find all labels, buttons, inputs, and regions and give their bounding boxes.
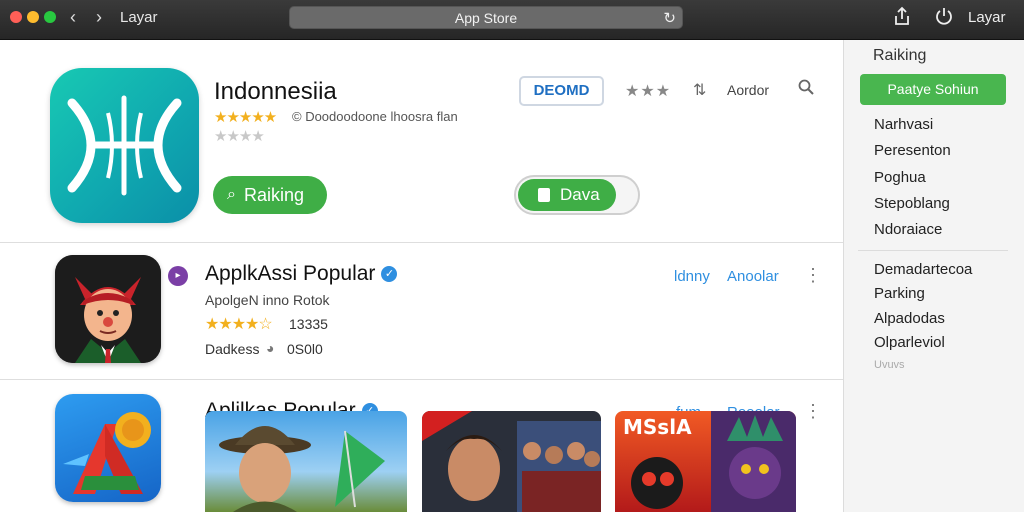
header-share-icon[interactable]: ⇅ (693, 80, 706, 100)
hero-app-title: Indonnesiia (214, 78, 337, 105)
app-meta-label: Dadkess (205, 341, 260, 357)
sidebar-heading: Raiking (873, 47, 927, 64)
app-rating-stars: ★★★★☆ (205, 316, 273, 333)
sidebar-primary-button[interactable]: Paatye Sohiun (860, 74, 1006, 105)
app-screenshot-3[interactable]: MSslA (615, 411, 796, 512)
app-action-link-right[interactable]: Anoolar (727, 268, 779, 285)
download-icon (538, 188, 550, 202)
reload-icon[interactable]: ↻ (663, 9, 676, 27)
toggle-label: Dava (560, 185, 600, 204)
app-title-text: ApplkAssi Popular (205, 262, 376, 285)
app-action-link-left[interactable]: ldnny (674, 268, 710, 285)
close-window-button[interactable] (10, 11, 22, 23)
ranking-button[interactable]: ⌕ Raiking (213, 176, 327, 214)
screenshot-title: MSslA (623, 415, 692, 439)
app-meta-value: 0S0l0 (287, 341, 323, 357)
forward-arrow-icon[interactable]: › (96, 7, 102, 27)
demo-button[interactable]: DEOMD (519, 76, 604, 106)
sidebar-item[interactable]: Demadartecoa (874, 261, 972, 278)
app-icon-letter-a[interactable] (55, 394, 161, 502)
hero-rating-stars: ★★★★★ (214, 109, 277, 126)
sidebar-item[interactable]: Parking (874, 285, 925, 302)
more-options-icon[interactable]: ⋮ (804, 266, 822, 284)
header-label[interactable]: Aordor (727, 82, 769, 98)
minimize-window-button[interactable] (27, 11, 39, 23)
header-search-icon[interactable] (798, 79, 814, 100)
sidebar-item[interactable]: Stepoblang (874, 195, 950, 212)
address-text: App Store (454, 10, 518, 26)
address-bar[interactable]: App Store ↻ (289, 6, 683, 29)
app-title[interactable]: ApplkAssi Popular ✓ (205, 262, 398, 286)
app-subtitle: ApolgeN inno Rotok (205, 292, 330, 308)
app-icon-devil[interactable] (55, 255, 161, 363)
hero-app-icon[interactable] (50, 68, 199, 223)
share-icon[interactable] (893, 6, 911, 31)
header-rating-stars[interactable]: ★★★ (625, 81, 671, 101)
section-divider (0, 242, 843, 243)
app-rating-count: 13335 (289, 316, 328, 332)
notification-badge: ▸ (168, 266, 188, 286)
row-divider (0, 379, 843, 380)
back-arrow-icon[interactable]: ‹ (70, 7, 76, 27)
search-icon: ⌕ (227, 186, 236, 203)
comment-icon: ◕ (266, 340, 275, 356)
dava-toggle[interactable]: Dava (514, 175, 640, 215)
app-screenshot-1[interactable] (205, 411, 407, 512)
sidebar-item[interactable]: Poghua (874, 169, 926, 186)
hero-secondary-stars: ★★★★ (214, 128, 265, 145)
hero-developer: © Doodoodoone lhoosra flan (292, 109, 458, 124)
sidebar-item[interactable]: Ndoraiace (874, 221, 942, 238)
sidebar-small-text: Uvuvs (874, 359, 905, 371)
window-titlebar: ‹ › Layar App Store ↻ Layar (0, 0, 1024, 40)
sidebar-item[interactable]: Olparleviol (874, 334, 945, 351)
more-options-icon[interactable]: ⋮ (804, 402, 822, 420)
window-title: Layar (120, 9, 158, 26)
sidebar-item[interactable]: Narhvasi (874, 116, 933, 133)
app-screenshot-2[interactable] (422, 411, 601, 512)
zoom-window-button[interactable] (44, 11, 56, 23)
titlebar-right-label[interactable]: Layar (968, 9, 1006, 26)
ranking-button-label: Raiking (243, 184, 304, 205)
power-icon[interactable] (934, 6, 954, 31)
sidebar-item[interactable]: Alpadodas (874, 310, 945, 327)
verified-badge-icon: ✓ (381, 266, 398, 282)
sidebar-divider (858, 250, 1008, 251)
sidebar-item[interactable]: Peresenton (874, 142, 951, 159)
toggle-knob: Dava (518, 179, 616, 211)
